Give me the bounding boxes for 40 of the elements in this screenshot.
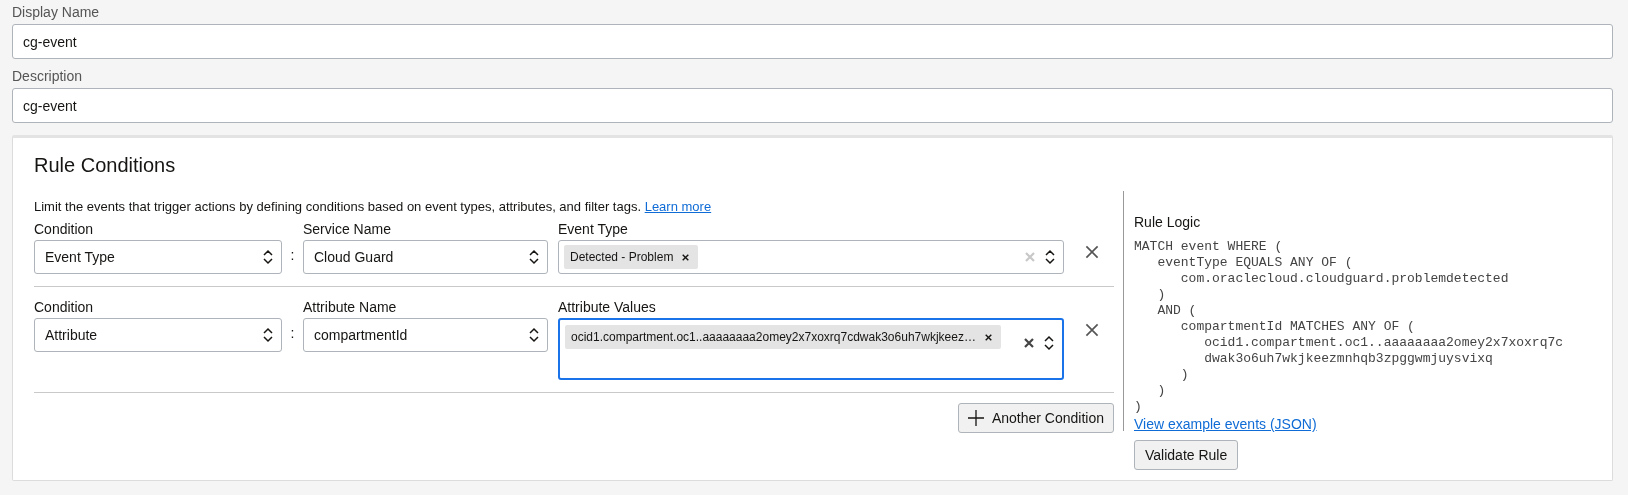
tag-label: ocid1.compartment.oc1..aaaaaaaa2omey2x7xoxrq7cdwak3o6uh7wkjkeez… [571, 330, 976, 344]
remove-icon[interactable] [682, 253, 690, 261]
text-field[interactable]: cg-event [12, 88, 1613, 123]
chevron-updown-icon [529, 249, 539, 265]
tag-input-field[interactable]: Detected - Problem [558, 240, 1064, 274]
chevron-updown-icon [1044, 335, 1054, 351]
remove-icon[interactable] [984, 333, 992, 341]
panel-title: Rule Logic [1134, 214, 1201, 230]
clear-icon[interactable] [1024, 338, 1034, 348]
field-label: Condition [34, 298, 94, 317]
field-label: Attribute Values [558, 298, 656, 317]
select-field[interactable]: compartmentId [303, 318, 548, 352]
select-field[interactable]: Attribute [34, 318, 282, 352]
chevron-updown-icon [263, 249, 273, 265]
select-field[interactable]: Event Type [34, 240, 282, 274]
field-label: Description [12, 67, 83, 86]
chevron-updown-icon [263, 327, 273, 343]
chevron-updown-icon [529, 327, 539, 343]
section-title: Rule Conditions [34, 153, 176, 177]
example-events-link[interactable]: View example events (JSON) [1134, 416, 1317, 432]
colon-separator: : [289, 247, 296, 263]
chevron-updown-icon [1045, 249, 1055, 265]
field-label: Display Name [12, 3, 100, 22]
field-label: Attribute Name [303, 298, 397, 317]
close-icon[interactable] [1085, 245, 1099, 259]
rule-code: MATCH event WHERE ( eventType EQUALS ANY OF ( com.oraclecloud.cloudguard.problemdetected ) AND ( compartmentId MATCHES ANY OF ( ocid1.compartment.oc1..aaaaaaaa2omey2x7xoxrq7c dwak3o6uh7wkjkeezmnhqb3zpggwmjuysvixq ) ) ) [1134, 239, 1564, 415]
validate-rule-button[interactable]: Validate Rule [1134, 440, 1239, 470]
plus-icon [967, 410, 984, 426]
field-label: Service Name [303, 220, 391, 239]
tag-label: Detected - Problem [570, 250, 674, 264]
colon-separator: : [289, 325, 296, 341]
field-label: Condition [34, 220, 94, 239]
another-condition-button[interactable]: Another Condition [957, 403, 1114, 433]
field-label: Event Type [558, 220, 628, 239]
close-icon[interactable] [1085, 323, 1099, 337]
learn-more-link[interactable]: Learn more [644, 199, 712, 214]
text-field[interactable]: cg-event [12, 24, 1613, 59]
tag-input-field[interactable]: ocid1.compartment.oc1..aaaaaaaa2omey2x7xoxrq7cdwak3o6uh7wkjkeez… [558, 318, 1064, 380]
intro-text: Limit the events that trigger actions by defining conditions based on event types, attributes, and filter tags. Learn more [34, 199, 712, 215]
select-field[interactable]: Cloud Guard [303, 240, 548, 274]
